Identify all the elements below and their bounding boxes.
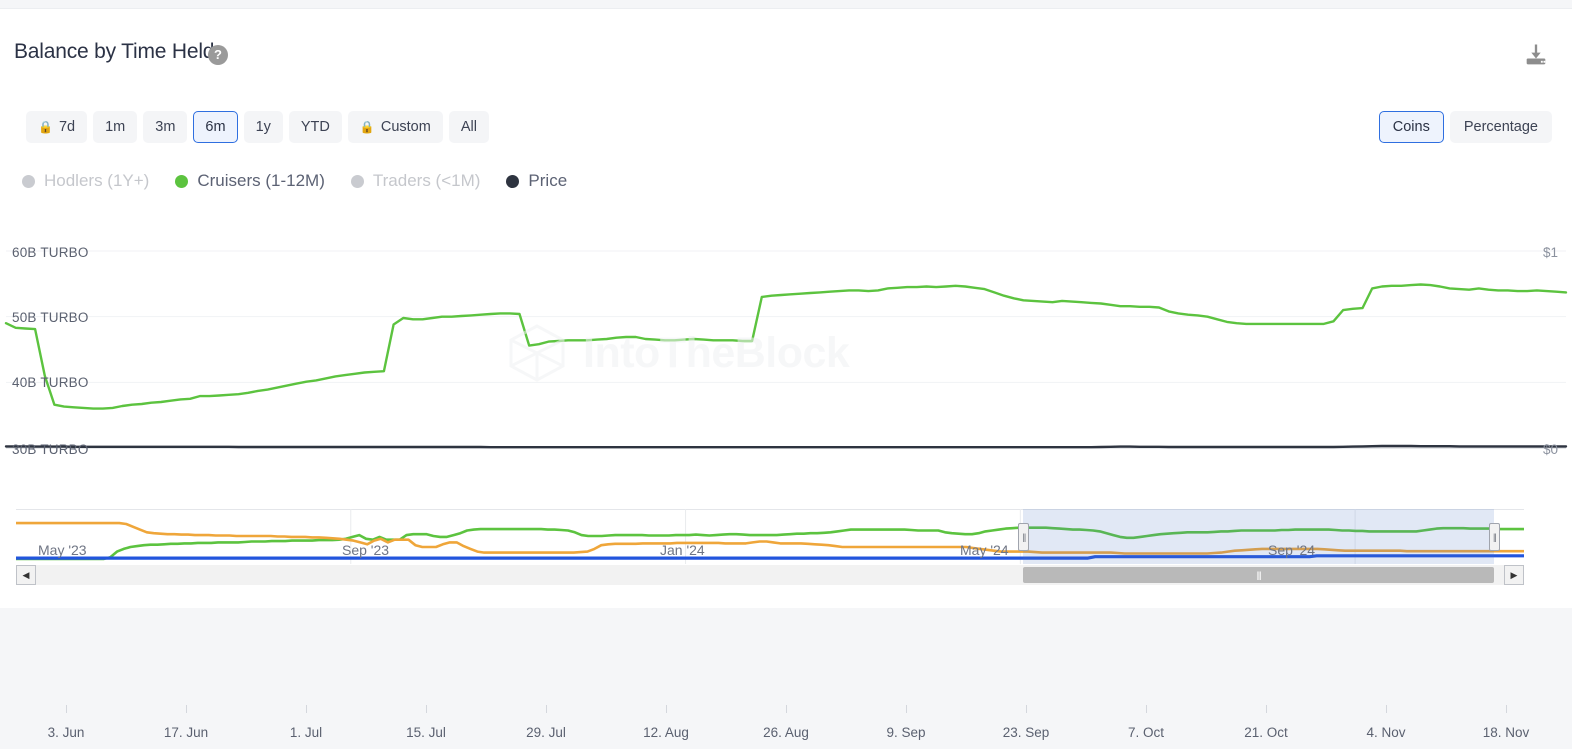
x-axis-tick: 12. Aug <box>643 725 689 740</box>
legend-item-hodlers[interactable]: Hodlers (1Y+) <box>22 171 149 191</box>
x-axis-tick: 18. Nov <box>1482 725 1530 740</box>
chart-card: Balance by Time Held ? 🔒 7d 1m 3m 6m 1y YTD 🔒 Cu… <box>0 8 1572 740</box>
chart-svg <box>4 250 1568 449</box>
unit-toggle-group: Coins Percentage <box>1378 111 1552 143</box>
x-axis-grip <box>1026 705 1027 713</box>
navigator-scrollbar[interactable]: ◀ ▶ ||| <box>16 565 1524 585</box>
legend-color-dot <box>175 174 189 188</box>
card-header: Balance by Time Held ? <box>0 9 1572 87</box>
x-axis-grip <box>666 705 667 713</box>
x-axis-tick: 1. Jul <box>289 725 323 740</box>
range-button-label: YTD <box>300 119 330 135</box>
range-button-label: 1m <box>105 119 126 135</box>
range-button-label: 1y <box>255 119 271 135</box>
x-axis-grip <box>66 705 67 713</box>
legend-color-dot <box>22 174 35 188</box>
range-button-ytd[interactable]: YTD <box>288 111 342 143</box>
range-button-label: All <box>460 119 477 135</box>
download-icon[interactable] <box>1522 41 1550 69</box>
x-axis-grip <box>306 705 307 713</box>
range-button-label: 7d <box>58 119 76 135</box>
range-button-label: 3m <box>155 119 176 135</box>
legend-item-cruisers[interactable]: Cruisers (1-12M) <box>175 171 325 191</box>
page-title: Balance by Time Held <box>14 40 215 63</box>
legend-item-traders[interactable]: Traders (<1M) <box>350 171 481 191</box>
x-axis-tick: 26. Aug <box>763 725 809 740</box>
x-axis-grip <box>1266 705 1267 713</box>
range-button-label: 6m <box>205 119 226 135</box>
scrollbar-thumb[interactable]: ||| <box>1023 567 1494 583</box>
scroll-right-arrow-icon[interactable]: ▶ <box>1504 565 1524 585</box>
range-button-label: Custom <box>380 119 431 135</box>
x-axis-grip <box>1146 705 1147 713</box>
chart-toolbar: 🔒 7d 1m 3m 6m 1y YTD 🔒 Custom All Coins Percentage <box>0 105 1572 157</box>
x-axis-grip <box>906 705 907 713</box>
range-button-1y[interactable]: 1y <box>243 111 283 143</box>
chart-plot-area: 60B TURBO 50B TURBO 40B TURBO 30B TURBO … <box>0 231 1572 740</box>
x-axis-tick: 15. Jul <box>406 725 446 740</box>
x-axis-tick: 29. Jul <box>526 725 566 740</box>
question-mark-icon[interactable]: ? <box>208 45 228 65</box>
legend-item-label: Cruisers (1-12M) <box>197 171 325 190</box>
x-axis-tick: 17. Jun <box>163 725 209 740</box>
range-button-3m[interactable]: 3m <box>143 111 188 143</box>
navigator-selection-mask[interactable] <box>1023 509 1494 564</box>
legend-color-dot <box>350 174 364 188</box>
chart-legend: Hodlers (1Y+) Cruisers (1-12M) Traders (<1… <box>22 171 567 191</box>
legend-color-dot <box>506 174 520 188</box>
x-axis-grip <box>186 705 187 713</box>
y-axis-tick: 40B TURBO <box>12 375 89 390</box>
scroll-left-arrow-icon[interactable]: ◀ <box>16 565 36 585</box>
legend-item-price[interactable]: Price <box>506 171 567 191</box>
unit-button-coins[interactable]: Coins <box>1378 111 1444 143</box>
price-axis-tick: $0 <box>1542 442 1558 457</box>
range-button-7d[interactable]: 🔒 7d <box>26 111 88 143</box>
time-range-group: 🔒 7d 1m 3m 6m 1y YTD 🔒 Custom All <box>26 111 489 143</box>
legend-item-label: Hodlers (1Y+) <box>44 171 150 190</box>
lock-icon: 🔒 <box>38 120 53 134</box>
range-button-6m[interactable]: 6m <box>193 111 238 143</box>
x-axis-grip <box>1386 705 1387 713</box>
unit-button-percentage[interactable]: Percentage <box>1449 111 1552 143</box>
x-axis: 3. Jun 17. Jun 1. Jul 15. Jul 29. Jul 12. Aug… <box>0 705 1572 749</box>
range-button-all[interactable]: All <box>448 111 489 143</box>
x-axis-grip <box>426 705 427 713</box>
x-axis-tick: 23. Sep <box>1002 725 1050 740</box>
x-axis-grip <box>786 705 787 713</box>
range-button-1m[interactable]: 1m <box>93 111 138 143</box>
legend-item-label: Price <box>528 171 568 190</box>
y-axis-tick: 50B TURBO <box>12 310 89 325</box>
y-axis-tick: 60B TURBO <box>12 245 89 260</box>
x-axis-tick: 7. Oct <box>1127 725 1165 740</box>
x-axis-tick: 9. Sep <box>886 725 926 740</box>
x-axis-tick: 3. Jun <box>47 725 85 740</box>
range-navigator[interactable]: || || May '23 Sep '23 Jan '24 May '24 Se… <box>16 509 1524 564</box>
navigator-handle-right[interactable]: || <box>1488 523 1500 551</box>
x-axis-grip <box>1506 705 1507 713</box>
legend-item-label: Traders (<1M) <box>372 171 481 190</box>
lock-icon: 🔒 <box>359 120 375 134</box>
y-axis-tick: 30B TURBO <box>12 442 89 457</box>
x-axis-tick: 4. Nov <box>1366 725 1406 740</box>
navigator-handle-left[interactable]: || <box>1018 523 1030 551</box>
price-axis-tick: $1 <box>1542 245 1558 260</box>
x-axis-grip <box>546 705 547 713</box>
x-axis-tick: 21. Oct <box>1244 725 1288 740</box>
range-button-custom[interactable]: 🔒 Custom <box>347 111 443 143</box>
